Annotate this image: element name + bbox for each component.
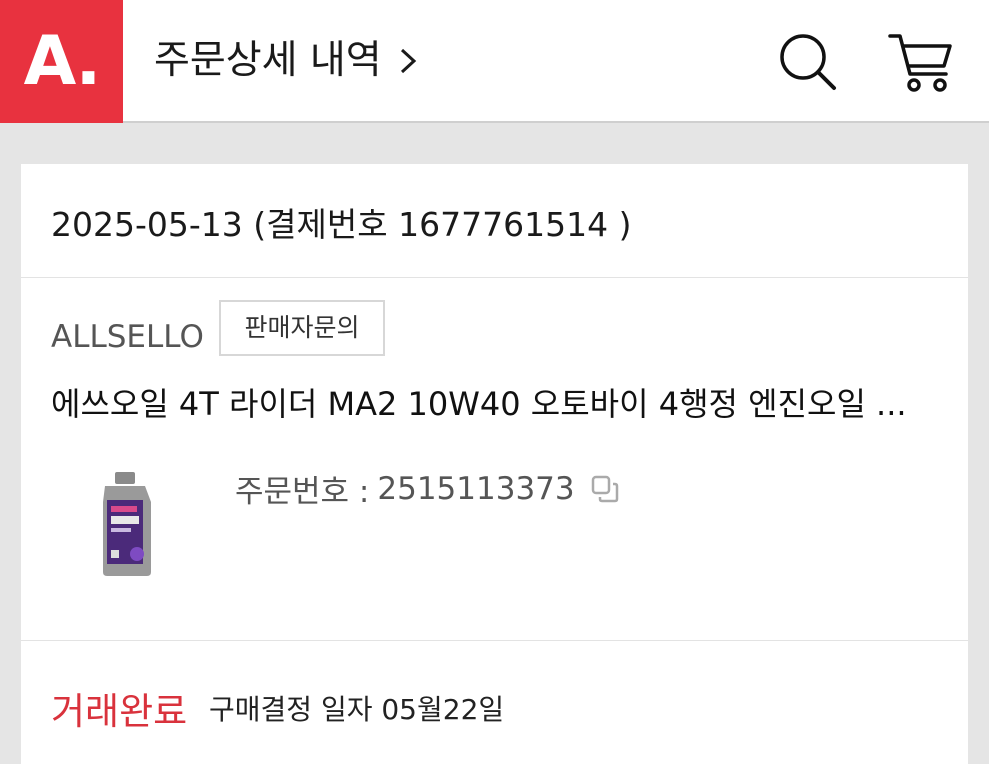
payment-close-paren: ) [618, 205, 632, 244]
app-logo[interactable]: A. [0, 0, 123, 123]
payment-open-paren: ( [253, 205, 267, 244]
page-title[interactable]: 주문상세 내역 [154, 34, 422, 88]
payment-label: 결제번호 [266, 205, 388, 244]
search-icon[interactable] [778, 32, 838, 92]
payment-number: 1677761514 [398, 205, 609, 244]
copy-icon[interactable] [591, 475, 619, 503]
order-status-row: 거래완료 구매결정 일자 05월22일 [21, 640, 968, 764]
seller-name[interactable]: ALLSELLO [51, 319, 204, 355]
order-date-row: 2025-05-13 (결제번호 1677761514 ) [21, 164, 968, 278]
product-name[interactable]: 에쓰오일 4T 라이더 MA2 10W40 오토바이 4행정 엔진오일 ... [51, 379, 951, 425]
purchase-confirm-date: 구매결정 일자 05월22일 [209, 693, 505, 726]
order-number: 주문번호 : 2515113373 [235, 466, 619, 511]
page-title-text: 주문상세 내역 [154, 38, 382, 83]
order-date-value: 2025-05-13 [51, 205, 243, 244]
cart-icon[interactable] [888, 30, 954, 94]
chevron-right-icon [396, 34, 422, 88]
order-number-value: 2515113373 [377, 470, 575, 507]
order-card: 2025-05-13 (결제번호 1677761514 ) ALLSELLO 판… [21, 164, 968, 764]
product-thumbnail[interactable] [99, 472, 155, 576]
order-status: 거래완료 [51, 690, 188, 733]
top-header: A. 주문상세 내역 [0, 0, 989, 123]
order-date: 2025-05-13 (결제번호 1677761514 ) [51, 198, 631, 246]
seller-inquiry-button[interactable]: 판매자문의 [219, 300, 385, 356]
order-number-label: 주문번호 : [235, 474, 370, 510]
